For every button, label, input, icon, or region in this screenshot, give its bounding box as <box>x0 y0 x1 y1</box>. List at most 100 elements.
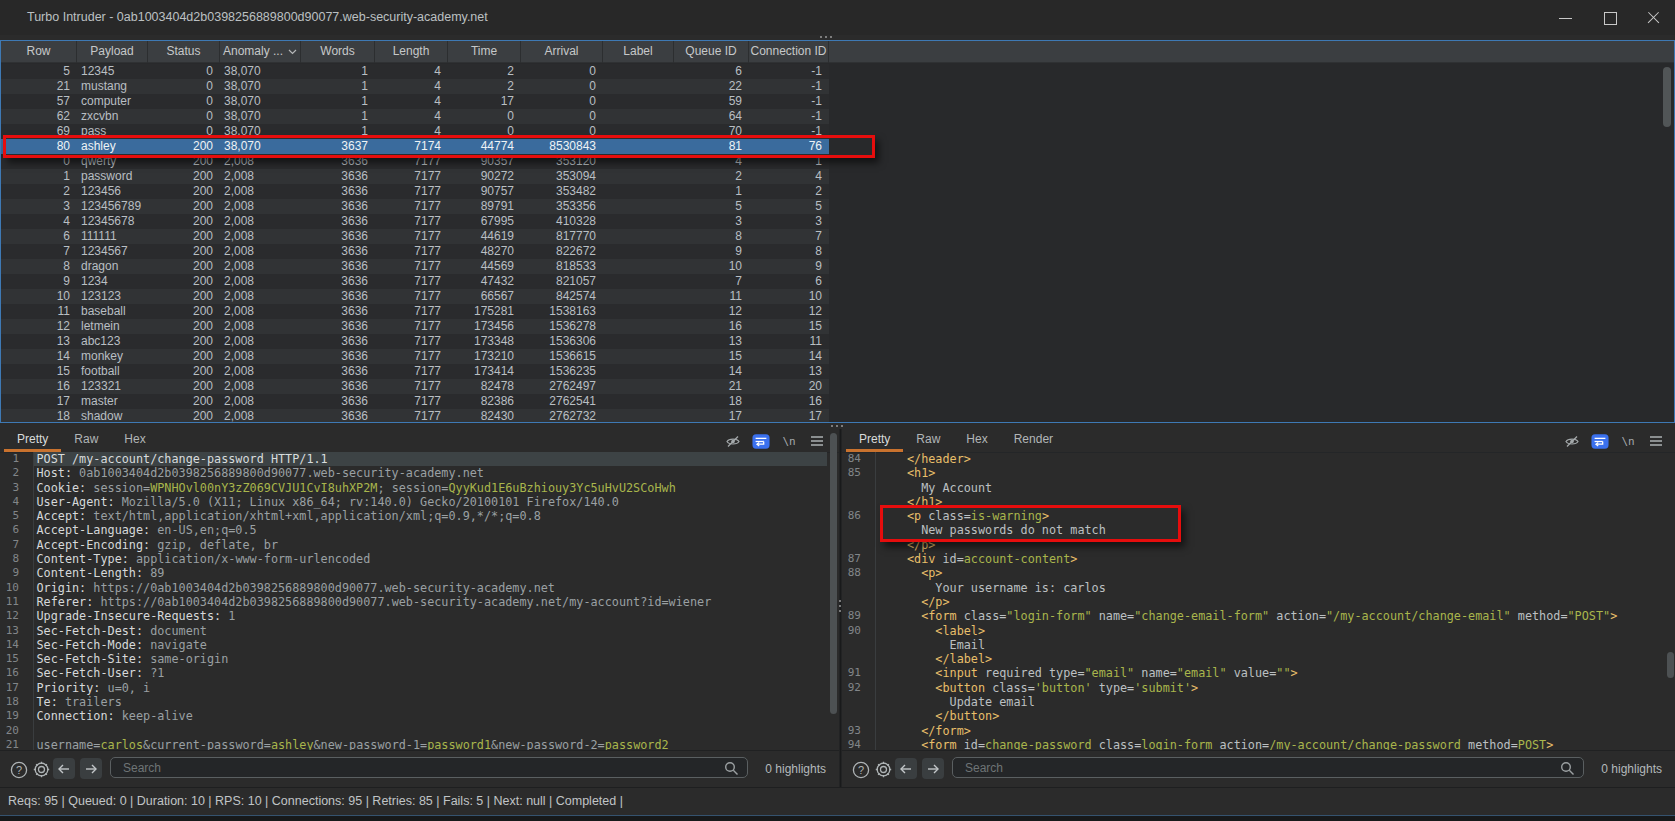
search-input[interactable] <box>123 758 632 777</box>
search-box <box>110 757 748 778</box>
minimize-icon[interactable] <box>1557 9 1575 27</box>
line-number: 5 <box>0 509 19 523</box>
response-tab-raw[interactable]: Raw <box>903 429 953 452</box>
table-row[interactable]: 12letmein2002,00836367177173456153627816… <box>1 319 829 334</box>
response-scrollbar-thumb[interactable] <box>1667 652 1674 678</box>
line-number: 7 <box>0 538 19 552</box>
cell-connection-id: 3 <box>749 214 829 229</box>
table-row[interactable]: 101231232002,00836367177665678425741110 <box>1 289 829 304</box>
search-input[interactable] <box>965 758 1469 777</box>
cell-row: 4 <box>1 214 77 229</box>
cell-arrival: 0 <box>521 94 603 109</box>
request-tab-pretty[interactable]: Pretty <box>4 429 61 452</box>
cell-connection-id: 2 <box>749 184 829 199</box>
maximize-icon[interactable] <box>1601 9 1619 27</box>
column-header-row[interactable]: Row <box>1 41 77 63</box>
table-row[interactable]: 13abc1232002,008363671771733481536306131… <box>1 334 829 349</box>
table-row[interactable]: 14monkey2002,008363671771732101536615151… <box>1 349 829 364</box>
table-scrollbar[interactable] <box>1663 65 1672 421</box>
forward-icon[interactable] <box>922 758 944 779</box>
response-tab-hex[interactable]: Hex <box>953 429 1000 452</box>
table-row[interactable]: 912342002,008363671774743282105776 <box>1 274 829 289</box>
cell-payload: 123321 <box>77 379 148 394</box>
table-row[interactable]: 712345672002,008363671774827082267298 <box>1 244 829 259</box>
eye-off-icon[interactable] <box>724 433 742 449</box>
cell-label <box>603 79 674 94</box>
cell-anomaly: 2,008 <box>220 199 301 214</box>
response-editor[interactable]: 84 </header>85 <h1> My Account </h1>86 <… <box>842 452 1675 750</box>
splitter-handle-icon[interactable] <box>820 36 832 38</box>
table-row[interactable]: 15football2002,0083636717717341415362351… <box>1 364 829 379</box>
help-icon[interactable]: ? <box>852 761 870 782</box>
table-row[interactable]: 21mustang038,070142022-1 <box>1 79 829 94</box>
table-row[interactable]: 11baseball2002,0083636717717528115381631… <box>1 304 829 319</box>
line-endings-icon[interactable]: \n <box>780 433 798 449</box>
table-row[interactable]: 57computer038,0701417059-1 <box>1 94 829 109</box>
column-header-time[interactable]: Time <box>448 41 521 63</box>
request-tab-hex[interactable]: Hex <box>111 429 158 452</box>
code-line: 1POST /my-account/change-password HTTP/1… <box>0 452 839 466</box>
request-tab-raw[interactable]: Raw <box>61 429 111 452</box>
cell-payload: 1234567 <box>77 244 148 259</box>
cell-time: 17 <box>448 94 521 109</box>
column-header-label[interactable]: Label <box>603 41 674 63</box>
cell-status: 200 <box>148 199 220 214</box>
column-header-connection-id[interactable]: Connection ID <box>749 41 829 63</box>
table-row[interactable]: 21234562002,008363671779075735348212 <box>1 184 829 199</box>
column-header-payload[interactable]: Payload <box>77 41 148 63</box>
line-endings-icon[interactable]: \n <box>1619 433 1637 449</box>
cell-queue-id: 9 <box>674 244 749 259</box>
table-row[interactable]: 17master2002,008363671778238627625411816 <box>1 394 829 409</box>
cell-row: 11 <box>1 304 77 319</box>
menu-icon[interactable] <box>1647 433 1665 449</box>
cell-words: 3636 <box>301 304 375 319</box>
soft-wrap-icon[interactable] <box>752 433 770 449</box>
cell-words: 3636 <box>301 199 375 214</box>
menu-icon[interactable] <box>808 433 826 449</box>
response-tab-pretty[interactable]: Pretty <box>846 429 903 452</box>
cell-words: 3636 <box>301 169 375 184</box>
cell-words: 3636 <box>301 364 375 379</box>
request-editor[interactable]: 1POST /my-account/change-password HTTP/1… <box>0 452 839 750</box>
column-header-length[interactable]: Length <box>375 41 448 63</box>
cell-anomaly: 2,008 <box>220 169 301 184</box>
table-row[interactable]: 4123456782002,008363671776799541032833 <box>1 214 829 229</box>
cell-words: 3636 <box>301 244 375 259</box>
table-row[interactable]: 161233212002,008363671778247827624972120 <box>1 379 829 394</box>
code-line: 90 <label> <box>842 624 1675 638</box>
cell-length: 7177 <box>375 409 448 423</box>
back-icon[interactable] <box>53 758 75 779</box>
table-row[interactable]: 512345038,07014206-1 <box>1 64 829 79</box>
cell-row: 8 <box>1 259 77 274</box>
cell-anomaly: 2,008 <box>220 244 301 259</box>
settings-icon[interactable] <box>32 760 51 782</box>
help-icon[interactable]: ? <box>10 761 28 782</box>
response-tab-render[interactable]: Render <box>1001 429 1066 452</box>
cell-anomaly: 2,008 <box>220 304 301 319</box>
forward-icon[interactable] <box>80 758 102 779</box>
cell-connection-id: 6 <box>749 274 829 289</box>
request-scrollbar-thumb[interactable] <box>830 433 837 714</box>
column-header-anomaly[interactable]: Anomaly ... <box>220 41 301 63</box>
scrollbar-thumb[interactable] <box>1663 67 1671 127</box>
table-row[interactable]: 31234567892002,008363671778979135335655 <box>1 199 829 214</box>
splitter-handle-icon[interactable] <box>839 600 841 612</box>
settings-icon[interactable] <box>874 760 893 782</box>
table-row[interactable]: 18shadow2002,008363671778243027627321717 <box>1 409 829 423</box>
column-header-arrival[interactable]: Arrival <box>521 41 603 63</box>
cell-time: 82478 <box>448 379 521 394</box>
soft-wrap-icon[interactable] <box>1591 433 1609 449</box>
close-icon[interactable] <box>1645 9 1663 27</box>
splitter-handle-icon[interactable] <box>831 425 843 427</box>
column-header-queue-id[interactable]: Queue ID <box>674 41 749 63</box>
table-row[interactable]: 1password2002,008363671779027235309424 <box>1 169 829 184</box>
column-header-status[interactable]: Status <box>148 41 220 63</box>
table-row[interactable]: 61111112002,008363671774461981777087 <box>1 229 829 244</box>
table-row[interactable]: 62zxcvbn038,070140064-1 <box>1 109 829 124</box>
column-header-words[interactable]: Words <box>301 41 375 63</box>
cell-queue-id: 12 <box>674 304 749 319</box>
table-row[interactable]: 8dragon2002,0083636717744569818533109 <box>1 259 829 274</box>
back-icon[interactable] <box>895 758 917 779</box>
eye-off-icon[interactable] <box>1563 433 1581 449</box>
cell-arrival: 1536235 <box>521 364 603 379</box>
